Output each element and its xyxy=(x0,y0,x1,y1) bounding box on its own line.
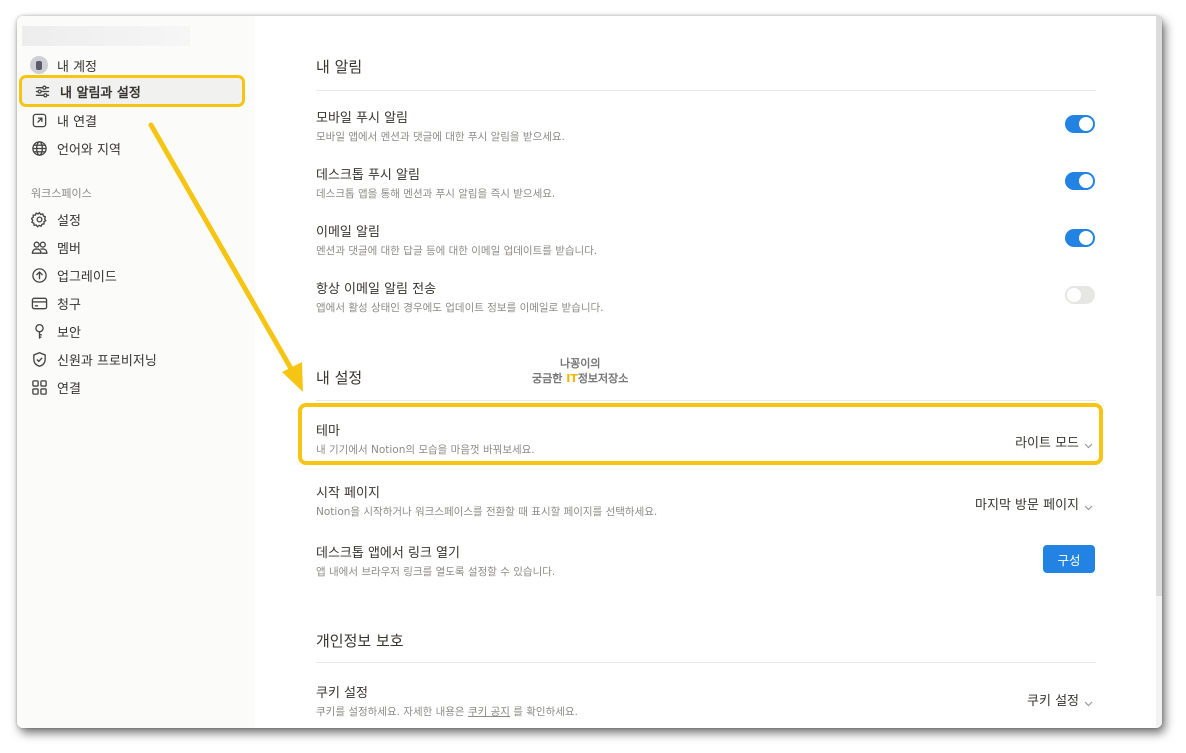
start-page-desc: Notion을 시작하거나 워크스페이스를 전환할 때 표시할 페이지를 선택하… xyxy=(316,506,658,518)
sidebar-item-label: 연결 xyxy=(57,381,81,397)
always-email-toggle[interactable] xyxy=(1065,286,1095,304)
sidebar-item-language-region[interactable]: 언어와 지역 xyxy=(29,135,121,161)
cookie-notice-link[interactable]: 쿠키 공지 xyxy=(468,706,510,718)
cookie-settings-select-value: 쿠키 설정 xyxy=(1027,694,1079,709)
globe-icon xyxy=(29,138,49,158)
grid-icon xyxy=(29,377,49,397)
sidebar: 내 계정 내 알림과 설정 내 연결 언어와 지역 워크스페이스 설정 멤버 업… xyxy=(17,16,255,728)
divider xyxy=(316,90,1096,91)
sidebar-item-label: 멤버 xyxy=(57,241,81,257)
privacy-section-title: 개인정보 보호 xyxy=(316,632,404,650)
desktop-push-desc: 데스크톱 앱을 통해 멘션과 푸시 알림을 즉시 받으세요. xyxy=(316,188,556,200)
sidebar-item-label: 신원과 프로비저닝 xyxy=(57,353,157,369)
mobile-push-toggle[interactable] xyxy=(1065,115,1095,133)
cookie-settings-desc: 쿠키를 설정하세요. 자세한 내용은 쿠키 공지 를 확인하세요. xyxy=(316,706,578,718)
mobile-push-desc: 모바일 앱에서 멘션과 댓글에 대한 푸시 알림을 받으세요. xyxy=(316,131,565,143)
mobile-push-title: 모바일 푸시 알림 xyxy=(316,111,408,126)
workspace-name-blurred xyxy=(22,26,190,46)
sidebar-item-notifications-settings[interactable]: 내 알림과 설정 xyxy=(19,75,245,107)
scrollbar[interactable] xyxy=(1156,16,1162,728)
email-notification-desc: 멘션과 댓글에 대한 답글 등에 대한 이메일 업데이트를 받습니다. xyxy=(316,245,598,257)
start-page-select-value: 마지막 방문 페이지 xyxy=(975,498,1079,513)
sidebar-item-label: 내 연결 xyxy=(57,114,98,130)
key-icon xyxy=(29,321,49,341)
desktop-links-desc: 앱 내에서 브라우저 링크를 열도록 설정할 수 있습니다. xyxy=(316,566,556,578)
scrollbar-thumb[interactable] xyxy=(1156,16,1162,596)
settings-main-panel: 내 알림 모바일 푸시 알림 모바일 앱에서 멘션과 댓글에 대한 푸시 알림을… xyxy=(255,16,1162,728)
always-email-title: 항상 이메일 알림 전송 xyxy=(316,282,437,297)
sidebar-item-settings[interactable]: 설정 xyxy=(29,206,81,232)
external-link-icon xyxy=(29,110,49,130)
theme-highlight-box xyxy=(298,403,1103,465)
upgrade-icon xyxy=(29,265,49,285)
sidebar-item-label: 보안 xyxy=(57,325,81,341)
cookie-settings-title: 쿠키 설정 xyxy=(316,686,368,701)
always-email-desc: 앱에서 활성 상태인 경우에도 업데이트 정보를 이메일로 받습니다. xyxy=(316,302,604,314)
start-page-title: 시작 페이지 xyxy=(316,486,380,501)
watermark-line1: 나꽁이의 xyxy=(559,357,601,370)
sidebar-item-label: 내 계정 xyxy=(57,59,98,75)
sliders-icon xyxy=(32,81,52,101)
sidebar-item-connections[interactable]: 연결 xyxy=(29,374,81,400)
sidebar-item-identity-provisioning[interactable]: 신원과 프로비저닝 xyxy=(29,346,157,372)
sidebar-item-label: 설정 xyxy=(57,213,81,229)
watermark: 나꽁이의 궁금한 IT정보저장소 xyxy=(532,356,628,386)
desktop-push-title: 데스크톱 푸시 알림 xyxy=(316,168,420,183)
sidebar-item-label: 업그레이드 xyxy=(57,269,117,285)
sidebar-item-label: 내 알림과 설정 xyxy=(60,85,141,101)
settings-window: 내 계정 내 알림과 설정 내 연결 언어와 지역 워크스페이스 설정 멤버 업… xyxy=(17,16,1162,728)
settings-section-title: 내 설정 xyxy=(316,369,363,387)
email-notification-toggle[interactable] xyxy=(1065,229,1095,247)
configure-button[interactable]: 구성 xyxy=(1043,545,1095,573)
watermark-line2: 궁금한 IT정보저장소 xyxy=(532,372,629,385)
gear-icon xyxy=(29,209,49,229)
sidebar-item-label: 언어와 지역 xyxy=(57,142,121,158)
divider xyxy=(316,662,1096,663)
notifications-section-title: 내 알림 xyxy=(316,58,363,76)
start-page-select[interactable]: 마지막 방문 페이지 xyxy=(975,494,1093,513)
sidebar-item-label: 청구 xyxy=(57,297,81,313)
desktop-push-toggle[interactable] xyxy=(1065,172,1095,190)
shield-icon xyxy=(29,349,49,369)
workspace-section-title: 워크스페이스 xyxy=(31,187,92,200)
sidebar-item-members[interactable]: 멤버 xyxy=(29,234,81,260)
desktop-links-title: 데스크톱 앱에서 링크 열기 xyxy=(316,546,460,561)
chevron-down-icon xyxy=(1084,696,1093,706)
sidebar-item-security[interactable]: 보안 xyxy=(29,318,81,344)
sidebar-item-upgrade[interactable]: 업그레이드 xyxy=(29,262,117,288)
cookie-settings-select[interactable]: 쿠키 설정 xyxy=(1027,690,1093,709)
sidebar-item-billing[interactable]: 청구 xyxy=(29,290,81,316)
card-icon xyxy=(29,293,49,313)
sidebar-item-my-connections[interactable]: 내 연결 xyxy=(29,107,97,133)
avatar-icon xyxy=(29,55,49,75)
members-icon xyxy=(29,237,49,257)
email-notification-title: 이메일 알림 xyxy=(316,225,380,240)
divider xyxy=(316,400,1096,401)
chevron-down-icon xyxy=(1084,500,1093,510)
